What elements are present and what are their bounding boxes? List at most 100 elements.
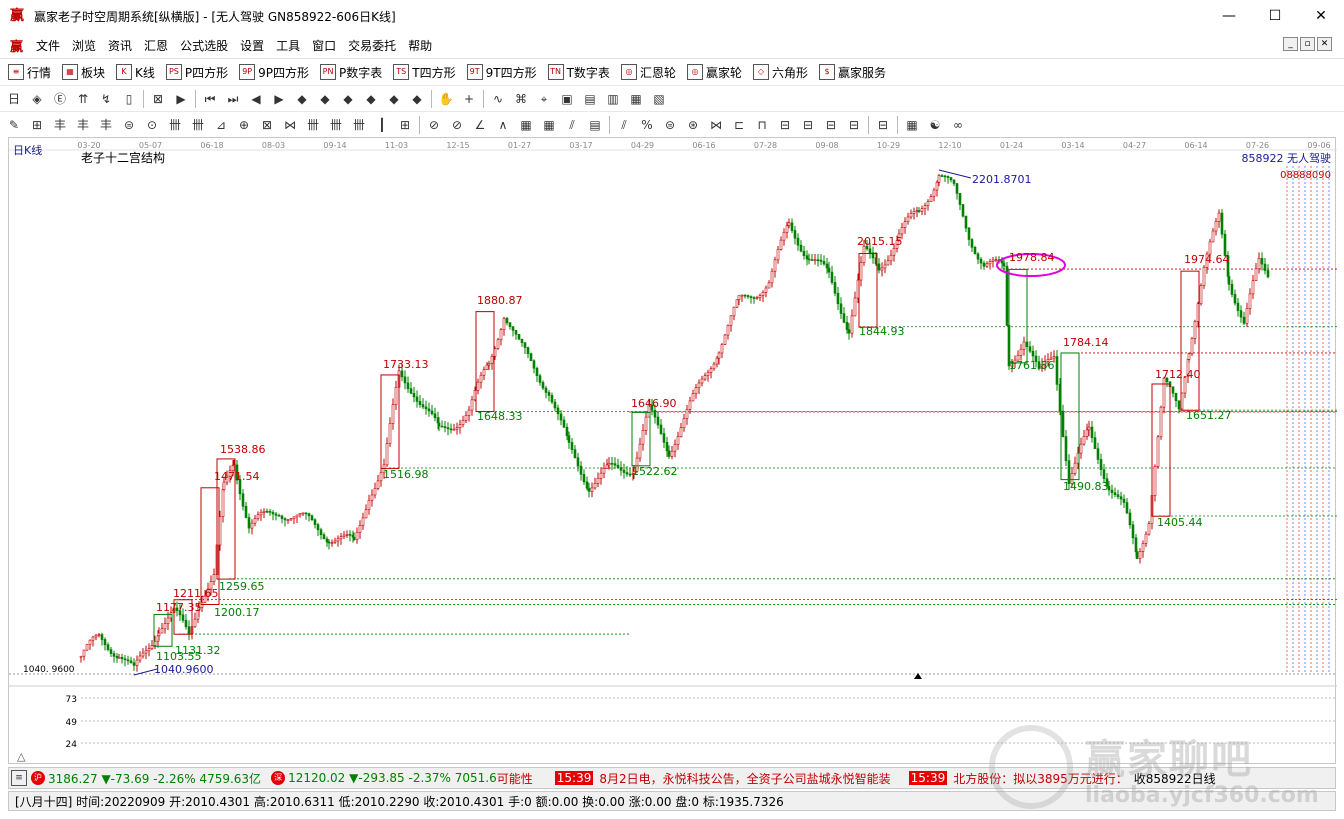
toolbar3-tool-icon-31[interactable]: ⊏ xyxy=(730,116,748,134)
mdi-close-button[interactable]: ✕ xyxy=(1317,37,1332,51)
toolbar3-tool-icon-36[interactable]: ⊟ xyxy=(845,116,863,134)
toolbar2-tool-icon-1[interactable]: ◈ xyxy=(28,90,46,108)
toolbar-button-7[interactable]: 9T 9T四方形 xyxy=(466,64,537,81)
toolbar3-tool-icon-7[interactable]: 卌 xyxy=(166,116,184,134)
toolbar3-tool-icon-5[interactable]: ⊜ xyxy=(120,116,138,134)
toolbar3-tool-icon-8[interactable]: 卌 xyxy=(189,116,207,134)
toolbar-button-12[interactable]: $ 赢家服务 xyxy=(818,64,886,81)
toolbar3-tool-icon-40[interactable]: ∞ xyxy=(949,116,967,134)
toolbar3-tool-icon-21[interactable]: ∧ xyxy=(494,116,512,134)
mdi-restore-button[interactable]: ▫ xyxy=(1300,37,1315,51)
toolbar-button-0[interactable]: ≡ 行情 xyxy=(8,64,51,81)
mdi-minimize-button[interactable]: _ xyxy=(1283,37,1298,51)
toolbar3-tool-icon-30[interactable]: ⋈ xyxy=(707,116,725,134)
toolbar2-tool-icon-8[interactable]: ⏮ xyxy=(201,90,219,108)
toolbar3-tool-icon-11[interactable]: ⊠ xyxy=(258,116,276,134)
toolbar-button-5[interactable]: PN P数字表 xyxy=(320,64,382,81)
menu-item-5[interactable]: 设置 xyxy=(240,37,264,54)
toolbar3-tool-icon-12[interactable]: ⋈ xyxy=(281,116,299,134)
toolbar3-tool-icon-35[interactable]: ⊟ xyxy=(822,116,840,134)
toolbar2-tool-icon-18[interactable]: ✋ xyxy=(437,90,455,108)
toolbar-button-8[interactable]: TN T数字表 xyxy=(547,64,610,81)
menu-item-0[interactable]: 文件 xyxy=(36,37,60,54)
toolbar2-tool-icon-27[interactable]: ▧ xyxy=(650,90,668,108)
toolbar3-tool-icon-15[interactable]: 卌 xyxy=(350,116,368,134)
toolbar-button-3[interactable]: PS P四方形 xyxy=(165,64,228,81)
toolbar2-tool-icon-0[interactable]: 日 xyxy=(5,90,23,108)
toolbar3-tool-icon-18[interactable]: ⊘ xyxy=(425,116,443,134)
toolbar2-tool-icon-17[interactable]: ◆ xyxy=(408,90,426,108)
kline-chart[interactable]: 03-20 05-07 06-18 08-03 09-14 11-03 12-15 01-27… xyxy=(9,138,1337,765)
toolbar2-tool-icon-10[interactable]: ◀ xyxy=(247,90,265,108)
toolbar3-tool-icon-23[interactable]: ▦ xyxy=(540,116,558,134)
menu-item-6[interactable]: 工具 xyxy=(276,37,300,54)
toolbar2-tool-icon-2[interactable]: Ⓔ xyxy=(51,90,69,108)
menu-item-2[interactable]: 资讯 xyxy=(108,37,132,54)
menu-item-4[interactable]: 公式选股 xyxy=(180,37,228,54)
toolbar3-tool-icon-24[interactable]: ⫽ xyxy=(563,116,581,134)
toolbar3-tool-icon-0[interactable]: ✎ xyxy=(5,116,23,134)
toolbar-button-2[interactable]: K K线 xyxy=(116,64,155,81)
toolbar-button-11[interactable]: ◇ 六角形 xyxy=(752,64,808,81)
toolbar2-tool-icon-26[interactable]: ▦ xyxy=(627,90,645,108)
toolbar-button-4[interactable]: 9P 9P四方形 xyxy=(239,64,309,81)
menu-item-1[interactable]: 浏览 xyxy=(72,37,96,54)
toolbar3-tool-icon-19[interactable]: ⊘ xyxy=(448,116,466,134)
toolbar2-tool-icon-19[interactable]: + xyxy=(460,90,478,108)
menu-item-8[interactable]: 交易委托 xyxy=(348,37,396,54)
toolbar3-tool-icon-27[interactable]: % xyxy=(638,116,656,134)
toolbar2-tool-icon-6[interactable]: ⊠ xyxy=(149,90,167,108)
toolbar2-tool-icon-24[interactable]: ▤ xyxy=(581,90,599,108)
toolbar2-tool-icon-16[interactable]: ◆ xyxy=(385,90,403,108)
menu-item-3[interactable]: 汇恩 xyxy=(144,37,168,54)
toolbar3-tool-icon-22[interactable]: ▦ xyxy=(517,116,535,134)
toolbar3-tool-icon-9[interactable]: ⊿ xyxy=(212,116,230,134)
toolbar2-tool-icon-11[interactable]: ▶ xyxy=(270,90,288,108)
toolbar2-tool-icon-9[interactable]: ⏭ xyxy=(224,90,242,108)
menu-item-7[interactable]: 窗口 xyxy=(312,37,336,54)
toolbar3-tool-icon-39[interactable]: ☯ xyxy=(926,116,944,134)
toolbar3-tool-icon-20[interactable]: ∠ xyxy=(471,116,489,134)
toolbar2-tool-icon-4[interactable]: ↯ xyxy=(97,90,115,108)
news-prefix[interactable]: 可能性 xyxy=(497,770,533,787)
toolbar2-tool-icon-23[interactable]: ▣ xyxy=(558,90,576,108)
maximize-button[interactable]: ☐ xyxy=(1252,0,1298,32)
toolbar3-tool-icon-28[interactable]: ⊜ xyxy=(661,116,679,134)
toolbar2-tool-icon-5[interactable]: ▯ xyxy=(120,90,138,108)
toolbar-button-6[interactable]: TS T四方形 xyxy=(393,64,456,81)
toolbar2-tool-icon-13[interactable]: ◆ xyxy=(316,90,334,108)
toolbar2-tool-icon-21[interactable]: ⌘ xyxy=(512,90,530,108)
toolbar3-tool-icon-1[interactable]: ⊞ xyxy=(28,116,46,134)
toolbar2-tool-icon-14[interactable]: ◆ xyxy=(339,90,357,108)
toolbar3-tool-icon-4[interactable]: 丰 xyxy=(97,116,115,134)
toolbar2-tool-icon-12[interactable]: ◆ xyxy=(293,90,311,108)
toolbar2-tool-icon-15[interactable]: ◆ xyxy=(362,90,380,108)
toolbar3-tool-icon-14[interactable]: 卌 xyxy=(327,116,345,134)
toolbar3-tool-icon-3[interactable]: 丰 xyxy=(74,116,92,134)
toolbar3-tool-icon-37[interactable]: ⊟ xyxy=(874,116,892,134)
toolbar-button-1[interactable]: ▦ 板块 xyxy=(62,64,105,81)
toolbar3-tool-icon-32[interactable]: ⊓ xyxy=(753,116,771,134)
toolbar3-tool-icon-10[interactable]: ⊕ xyxy=(235,116,253,134)
toolbar3-tool-icon-29[interactable]: ⊛ xyxy=(684,116,702,134)
toolbar2-tool-icon-7[interactable]: ▶ xyxy=(172,90,190,108)
toolbar-button-9[interactable]: ◎ 汇恩轮 xyxy=(620,64,676,81)
kline-chart-panel[interactable]: 03-20 05-07 06-18 08-03 09-14 11-03 12-15 01-27… xyxy=(8,137,1337,765)
menu-item-9[interactable]: 帮助 xyxy=(408,37,432,54)
shenzhen-index-value[interactable]: 12120.02 ▼-293.85 -2.37% 7051.6 xyxy=(288,771,497,785)
news-item-1[interactable]: 8月2日电，永悦科技公告，全资子公司盐城永悦智能装 xyxy=(599,770,890,787)
toolbar-button-10[interactable]: ◎ 赢家轮 xyxy=(686,64,742,81)
toolbar3-tool-icon-17[interactable]: ⊞ xyxy=(396,116,414,134)
toolbar3-tool-icon-6[interactable]: ⊙ xyxy=(143,116,161,134)
toolbar3-tool-icon-38[interactable]: ▦ xyxy=(903,116,921,134)
toolbar2-tool-icon-3[interactable]: ⇈ xyxy=(74,90,92,108)
news-item-2[interactable]: 北方股份：拟以3895万元进行： xyxy=(953,770,1128,787)
toolbar2-tool-icon-22[interactable]: ⌖ xyxy=(535,90,553,108)
toolbar3-tool-icon-13[interactable]: 卌 xyxy=(304,116,322,134)
toolbar2-tool-icon-20[interactable]: ∿ xyxy=(489,90,507,108)
quote-list-icon[interactable]: ≡ xyxy=(11,770,27,786)
toolbar3-tool-icon-25[interactable]: ▤ xyxy=(586,116,604,134)
shanghai-index-value[interactable]: 3186.27 ▼-73.69 -2.26% 4759.63亿 xyxy=(48,770,261,787)
minimize-button[interactable]: — xyxy=(1206,0,1252,32)
toolbar3-tool-icon-16[interactable]: ┃ xyxy=(373,116,391,134)
